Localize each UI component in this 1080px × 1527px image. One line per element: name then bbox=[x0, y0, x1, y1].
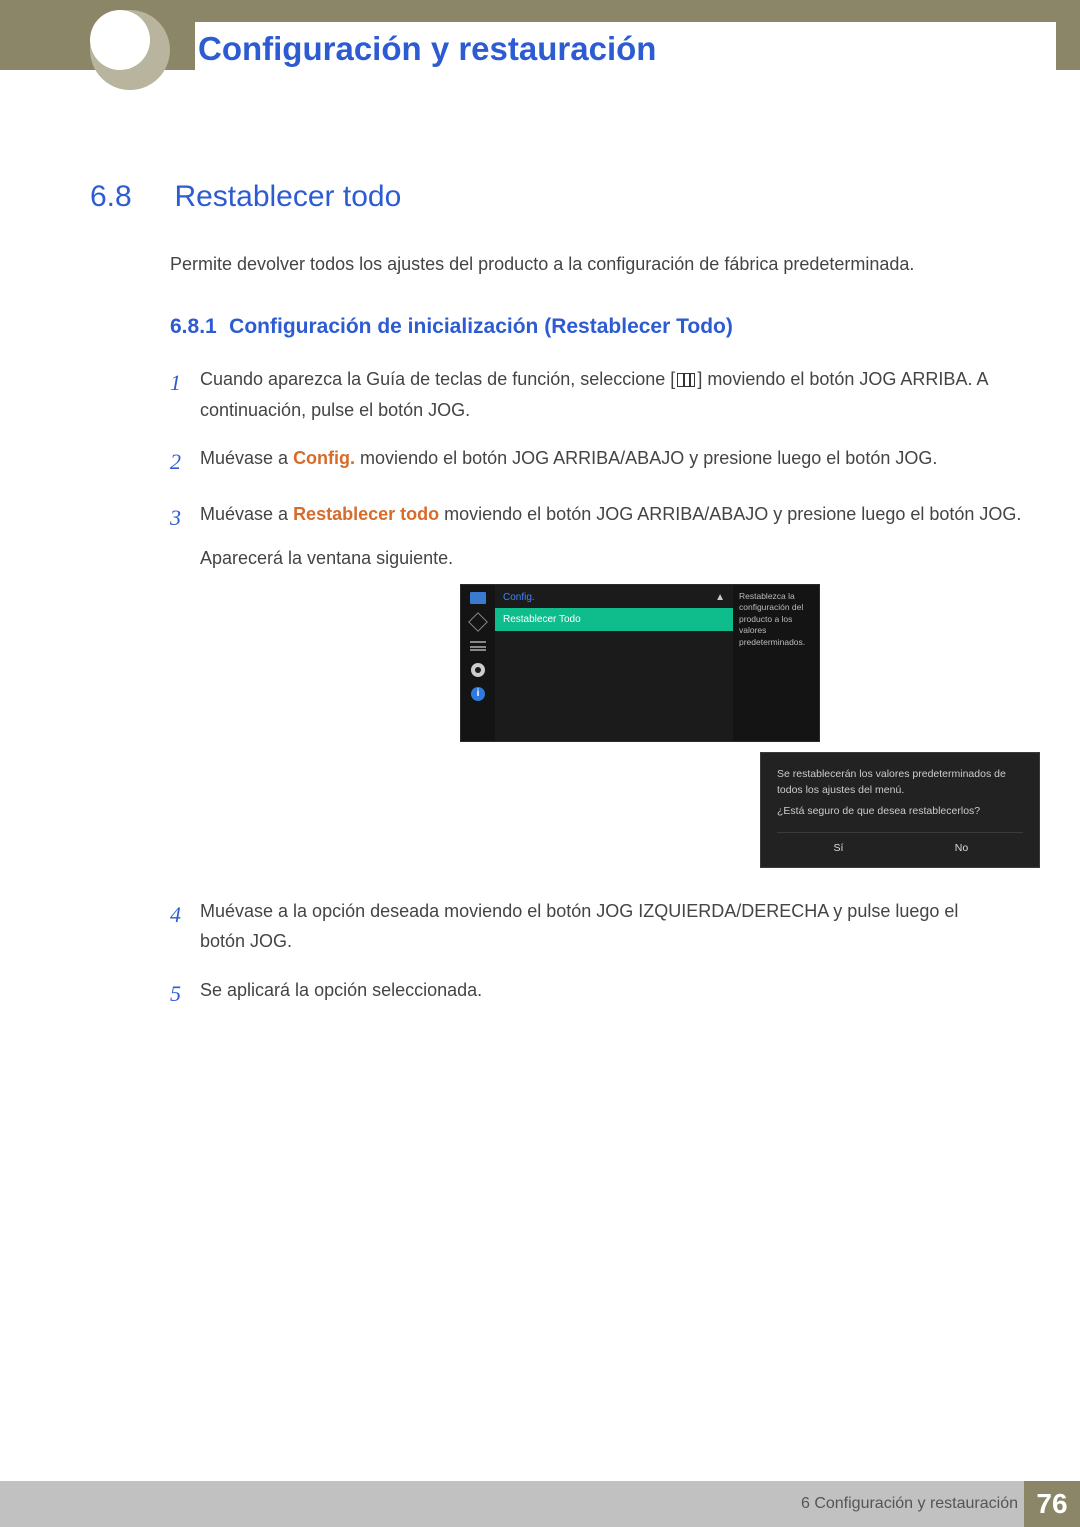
dialog-buttons: Sí No bbox=[777, 832, 1023, 857]
step-body: Muévase a Restablecer todo moviendo el b… bbox=[200, 499, 1040, 878]
osd-reset-dialog: Se restablecerán los valores predetermin… bbox=[760, 752, 1040, 868]
osd-main: Config. ▲ Restablecer Todo bbox=[495, 585, 733, 741]
move-icon bbox=[469, 615, 487, 629]
osd-header: Config. ▲ bbox=[495, 585, 733, 608]
menu-icon bbox=[677, 373, 695, 387]
page-footer: 6 Configuración y restauración 76 bbox=[0, 1481, 1080, 1527]
gear-icon bbox=[469, 663, 487, 677]
step-text: Aparecerá la ventana siguiente. bbox=[200, 548, 453, 568]
osd-header-label: Config. bbox=[503, 589, 535, 606]
step-4: 4 Muévase a la opción deseada moviendo e… bbox=[170, 896, 990, 957]
osd-body-empty bbox=[495, 631, 733, 741]
keyword-reset-all: Restablecer todo bbox=[293, 504, 439, 524]
subsection-title: Configuración de inicialización (Restabl… bbox=[229, 315, 733, 338]
subsection-number: 6.8.1 bbox=[170, 315, 217, 338]
footer-page-number: 76 bbox=[1024, 1481, 1080, 1527]
dialog-no-button[interactable]: No bbox=[900, 841, 1023, 857]
step-body: Se aplicará la opción seleccionada. bbox=[200, 975, 990, 1012]
chapter-title: Configuración y restauración bbox=[195, 22, 1056, 70]
step-number: 3 bbox=[170, 499, 200, 878]
steps-list: 1 Cuando aparezca la Guía de teclas de f… bbox=[170, 364, 990, 1012]
step-number: 5 bbox=[170, 975, 200, 1012]
chapter-badge bbox=[90, 10, 150, 70]
section-title: Restablecer todo bbox=[174, 180, 401, 214]
step-text: Muévase a bbox=[200, 504, 293, 524]
step-2: 2 Muévase a Config. moviendo el botón JO… bbox=[170, 443, 990, 480]
osd-figure: i Config. ▲ Restablecer Todo Restablezca… bbox=[460, 584, 1040, 868]
list-icon bbox=[469, 639, 487, 653]
step-5: 5 Se aplicará la opción seleccionada. bbox=[170, 975, 990, 1012]
subsection-heading: 6.8.1 Configuración de inicialización (R… bbox=[170, 315, 990, 339]
section-intro: Permite devolver todos los ajustes del p… bbox=[170, 254, 990, 275]
osd-sidebar: i bbox=[461, 585, 495, 741]
step-text: Cuando aparezca la Guía de teclas de fun… bbox=[200, 369, 675, 389]
dialog-message-2: ¿Está seguro de que desea restablecerlos… bbox=[777, 804, 1023, 820]
dialog-message-1: Se restablecerán los valores predetermin… bbox=[777, 767, 1023, 799]
step-text: Muévase a bbox=[200, 448, 293, 468]
step-text: moviendo el botón JOG ARRIBA/ABAJO y pre… bbox=[355, 448, 937, 468]
page-content: 6.8 Restablecer todo Permite devolver to… bbox=[90, 180, 990, 1030]
dialog-yes-button[interactable]: Sí bbox=[777, 841, 900, 857]
section-heading: 6.8 Restablecer todo bbox=[90, 180, 990, 214]
osd-help-panel: Restablezca la configuración del product… bbox=[733, 585, 819, 741]
step-body: Muévase a la opción deseada moviendo el … bbox=[200, 896, 990, 957]
step-number: 1 bbox=[170, 364, 200, 425]
monitor-icon bbox=[469, 591, 487, 605]
step-body: Muévase a Config. moviendo el botón JOG … bbox=[200, 443, 990, 480]
step-number: 2 bbox=[170, 443, 200, 480]
osd-menu: i Config. ▲ Restablecer Todo Restablezca… bbox=[460, 584, 820, 742]
step-3: 3 Muévase a Restablecer todo moviendo el… bbox=[170, 499, 990, 878]
step-number: 4 bbox=[170, 896, 200, 957]
footer-chapter-label: 6 Configuración y restauración bbox=[801, 1495, 1018, 1513]
keyword-config: Config. bbox=[293, 448, 355, 468]
osd-selected-item: Restablecer Todo bbox=[495, 608, 733, 631]
step-body: Cuando aparezca la Guía de teclas de fun… bbox=[200, 364, 990, 425]
up-arrow-icon: ▲ bbox=[715, 589, 725, 606]
section-number: 6.8 bbox=[90, 180, 170, 214]
step-1: 1 Cuando aparezca la Guía de teclas de f… bbox=[170, 364, 990, 425]
info-icon: i bbox=[469, 687, 487, 701]
step-text: moviendo el botón JOG ARRIBA/ABAJO y pre… bbox=[439, 504, 1021, 524]
